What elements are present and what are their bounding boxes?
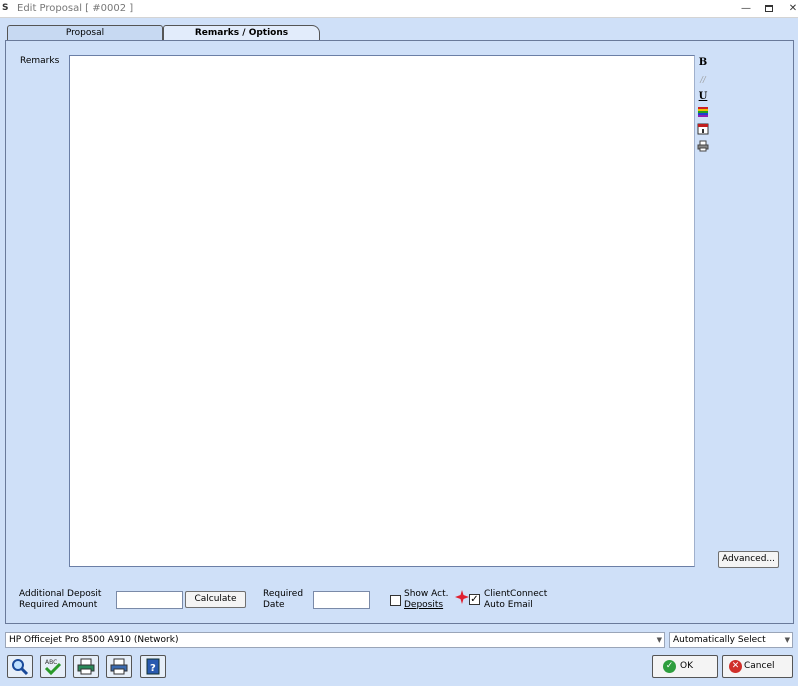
- printer-select-value: HP Officejet Pro 8500 A910 (Network): [9, 635, 179, 645]
- deposit-label-line2: Required Amount: [19, 600, 98, 610]
- format-toolbar: B // U: [695, 55, 713, 157]
- printer-icon: [77, 658, 95, 675]
- help-button[interactable]: ?: [140, 655, 166, 678]
- spell-check-button[interactable]: ABC: [40, 655, 66, 678]
- search-button[interactable]: [7, 655, 33, 678]
- tray-select[interactable]: Automatically Select ▼: [669, 632, 793, 648]
- printer-select[interactable]: HP Officejet Pro 8500 A910 (Network) ▼: [5, 632, 665, 648]
- maximize-icon: [765, 4, 773, 12]
- search-icon: [12, 659, 29, 676]
- bold-button[interactable]: B: [695, 55, 711, 71]
- spell-check-icon: ABC: [44, 659, 62, 676]
- cancel-icon: ✕: [729, 660, 742, 673]
- window-title: Edit Proposal [ #0002 ]: [17, 3, 134, 14]
- close-button[interactable]: ✕: [780, 0, 798, 17]
- printer-icon: [697, 140, 709, 152]
- calendar-icon: [697, 123, 709, 135]
- print-remarks-button[interactable]: [695, 140, 711, 156]
- star-burst-icon: [455, 590, 469, 604]
- svg-text:ABC: ABC: [45, 659, 57, 666]
- client-connect-label-line2: Auto Email: [484, 600, 533, 610]
- print-button[interactable]: [106, 655, 132, 678]
- client-connect-label-line1: ClientConnect: [484, 589, 548, 599]
- printer-icon: [110, 658, 128, 675]
- remarks-label: Remarks: [20, 56, 60, 66]
- show-act-deposits-checkbox[interactable]: [390, 595, 401, 606]
- color-palette-icon: [698, 107, 708, 117]
- title-bar: S Edit Proposal [ #0002 ] — ✕: [0, 0, 798, 18]
- check-icon: ✓: [663, 660, 676, 673]
- tab-proposal[interactable]: Proposal: [7, 25, 163, 41]
- ok-button-label: OK: [680, 661, 693, 671]
- maximize-button[interactable]: [756, 0, 782, 17]
- remarks-textarea[interactable]: [69, 55, 695, 567]
- svg-text:?: ?: [150, 663, 156, 674]
- client-connect-checkbox[interactable]: ✓: [469, 594, 480, 605]
- cancel-button-label: Cancel: [744, 661, 775, 671]
- show-act-deposits-label-line1: Show Act.: [404, 589, 449, 599]
- cancel-button[interactable]: ✕ Cancel: [722, 655, 793, 678]
- underline-button[interactable]: U: [695, 89, 711, 105]
- help-icon: ?: [146, 658, 160, 675]
- italic-button[interactable]: //: [695, 72, 711, 88]
- deposit-amount-input[interactable]: [116, 591, 183, 609]
- app-icon: S: [2, 3, 9, 13]
- tray-select-value: Automatically Select: [673, 635, 766, 645]
- chevron-down-icon: ▼: [784, 636, 790, 644]
- date-button[interactable]: [695, 123, 711, 139]
- print-preview-button[interactable]: [73, 655, 99, 678]
- advanced-button[interactable]: Advanced...: [718, 551, 779, 568]
- chevron-down-icon: ▼: [656, 636, 662, 644]
- color-button[interactable]: [695, 106, 711, 122]
- required-date-input[interactable]: [313, 591, 370, 609]
- deposit-label-line1: Additional Deposit: [19, 589, 102, 599]
- required-date-label-line1: Required: [263, 589, 304, 599]
- required-date-label-line2: Date: [263, 600, 285, 610]
- ok-button[interactable]: ✓ OK: [652, 655, 718, 678]
- calculate-button[interactable]: Calculate: [185, 591, 246, 608]
- show-act-deposits-label-line2: Deposits: [404, 600, 444, 610]
